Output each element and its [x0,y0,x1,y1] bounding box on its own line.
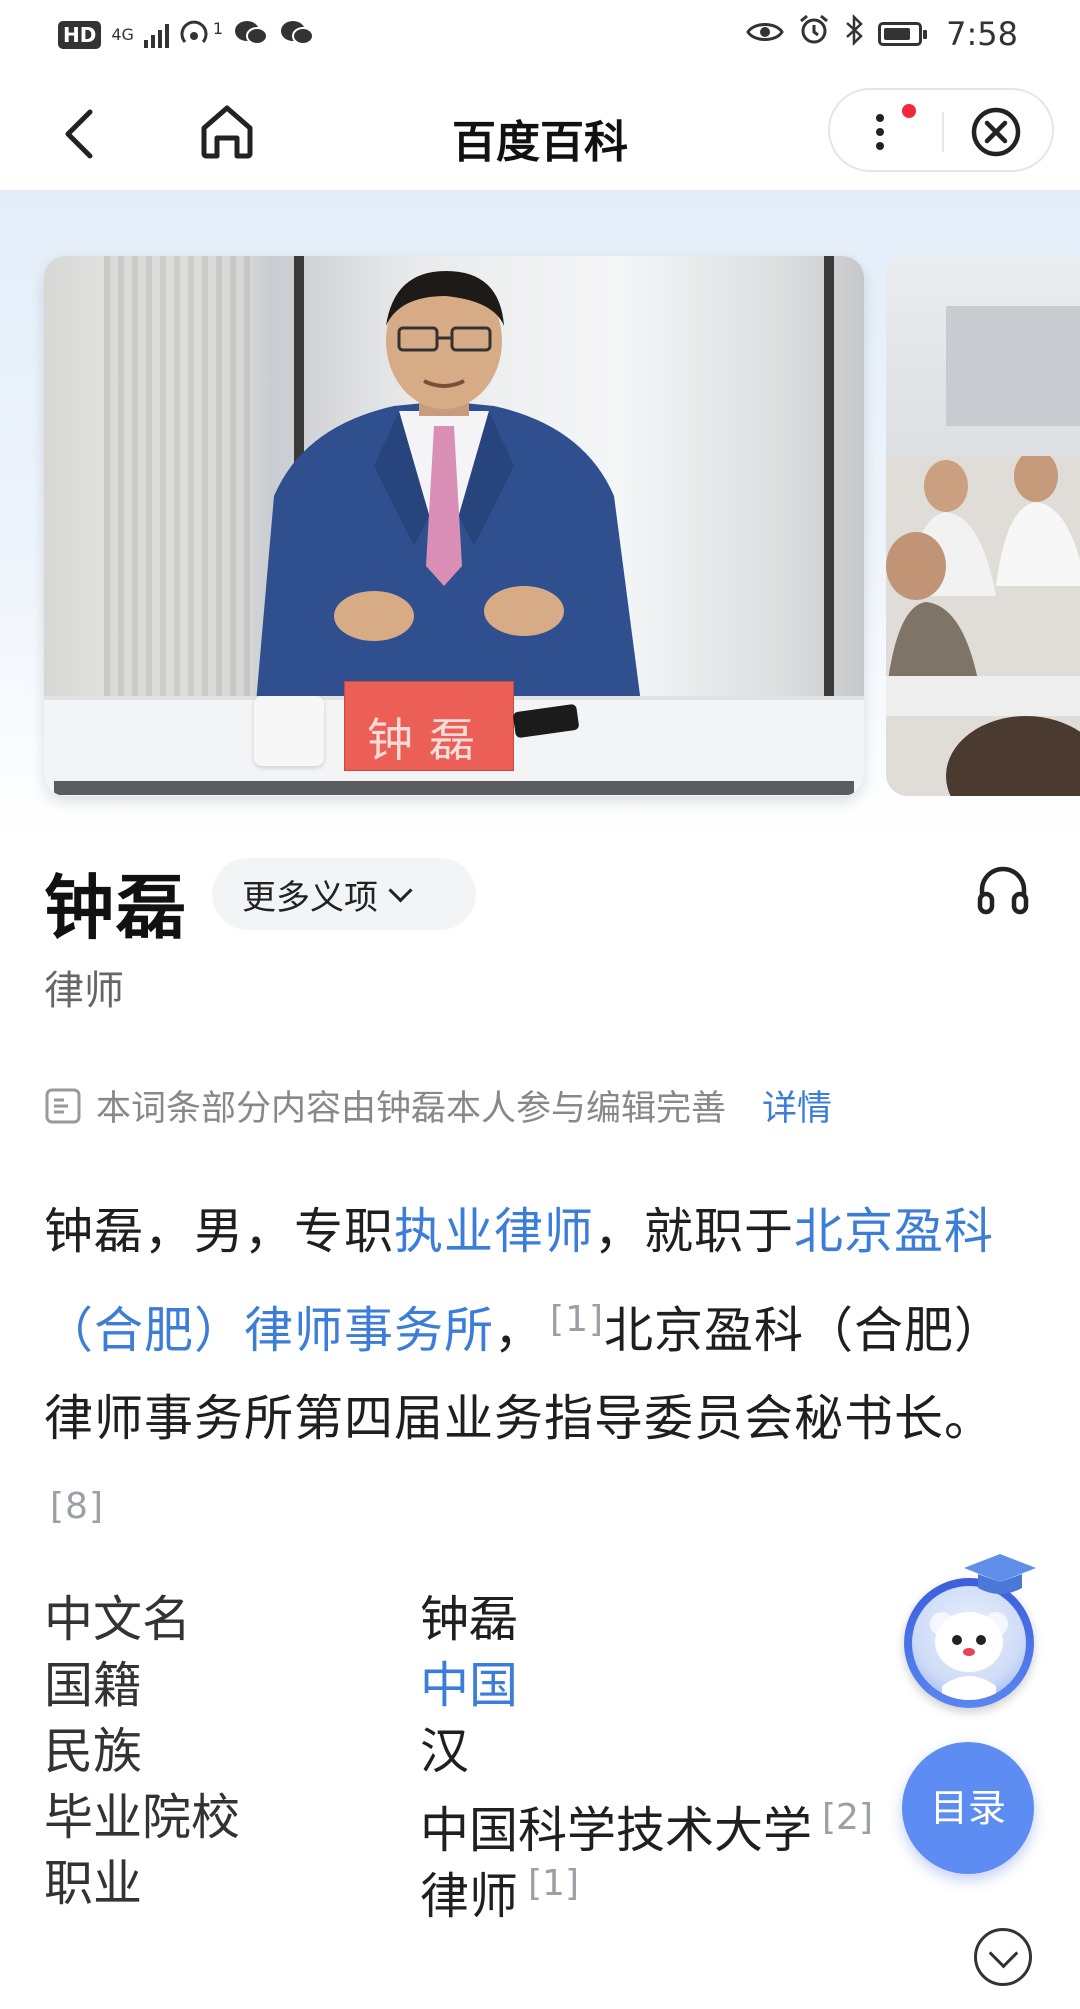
reference-8[interactable]: [8] [50,1486,104,1527]
signal-icon [143,22,169,48]
eye-icon [746,15,784,53]
bluetooth-icon [844,13,864,54]
entry-title: 钟磊 [44,867,188,949]
more-meanings-button[interactable]: 更多义项 [212,858,476,930]
graduation-cap-icon [964,1554,1036,1594]
toc-button[interactable]: 目录 [902,1742,1034,1874]
summary-paragraph: 钟磊，男，专职执业律师，就职于北京盈科（合肥）律师事务所， [1]北京盈科（合肥）… [44,1188,1034,1562]
hd-icon: HD [58,21,102,49]
edit-notice-text: 本词条部分内容由钟磊本人参与编辑完善 [96,1089,727,1129]
hero-gallery: 钟磊 [0,190,1080,840]
name-card: 钟磊 [344,681,514,771]
person-figure [254,271,644,726]
battery-icon [878,22,928,46]
edit-notice: 本词条部分内容由钟磊本人参与编辑完善 详情 [44,1080,832,1131]
close-circle-icon[interactable] [968,104,1024,160]
alarm-icon [798,14,830,54]
summary-text-1: 钟磊，男，专职 [44,1203,395,1260]
nav-bar: 百度百科 [0,76,1080,190]
more-meanings-label: 更多义项 [242,877,378,918]
main-photo[interactable]: 钟磊 [44,256,864,796]
table-edge [54,781,854,795]
network-type: 4G [111,25,134,44]
info-key: 职业 [44,1855,143,1912]
info-value: 律师 [1] [420,1863,580,1925]
wechat-icon [233,18,269,52]
entry-subtitle: 律师 [44,968,124,1014]
headphones-icon[interactable] [974,862,1032,918]
summary-text-2: ，就职于 [594,1203,795,1260]
reference-2[interactable]: [2] [822,1797,873,1838]
details-link[interactable]: 详情 [762,1080,832,1131]
reference-1b[interactable]: [1] [528,1863,579,1904]
document-icon [45,1088,81,1123]
summary-text-3: ， [494,1302,545,1359]
link-practicing-lawyer[interactable]: 执业律师 [394,1203,594,1260]
notification-dot [902,104,916,118]
wall-screen [946,306,1080,426]
capsule-menu [828,88,1054,172]
second-photo[interactable] [886,256,1080,796]
clock-time: 7:58 [946,15,1018,53]
paper-cup [254,696,324,766]
expand-chevron-icon[interactable] [974,1928,1032,1986]
capsule-divider [942,112,944,152]
hotspot-count: 1 [212,19,224,38]
wechat-icon-2 [279,18,315,52]
chevron-down-icon [388,877,413,903]
status-bar: HD 4G 1 7:58 [0,0,1080,76]
reference-1[interactable]: [1] [550,1299,604,1340]
name-card-text: 钟磊 [367,713,491,767]
meeting-people [886,456,1080,796]
hotspot-icon [179,18,213,52]
